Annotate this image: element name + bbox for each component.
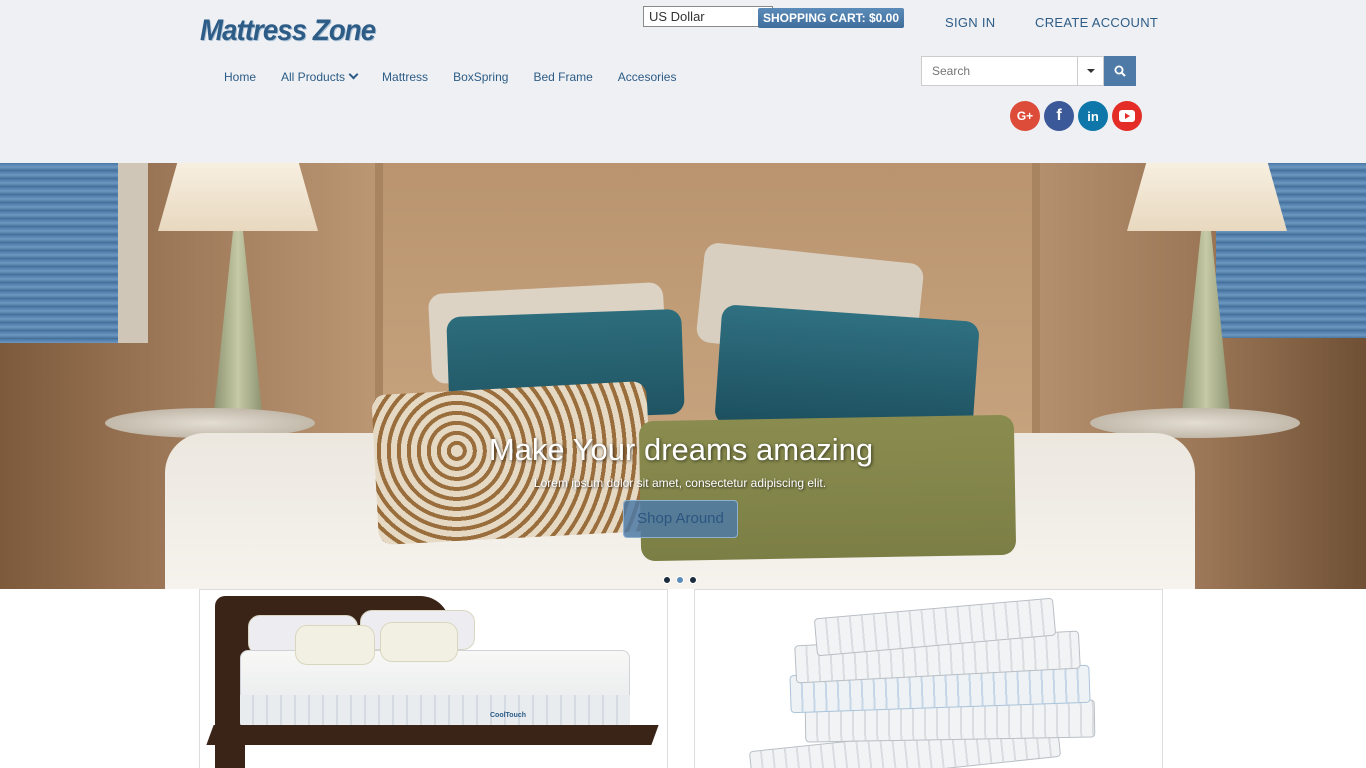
currency-select[interactable]: US Dollar ▼ (643, 6, 773, 27)
nav-item-accessories[interactable]: Accesories (618, 70, 677, 84)
search-button[interactable] (1104, 56, 1136, 86)
create-account-link[interactable]: CREATE ACCOUNT (1035, 15, 1158, 30)
product-card-bed[interactable]: CoolTouch (199, 589, 668, 768)
product-image-bed-rail (206, 725, 659, 745)
hero-image-window (0, 163, 148, 343)
caret-down-icon (1087, 69, 1095, 73)
nav-item-mattress[interactable]: Mattress (382, 70, 428, 84)
main-nav: Home All Products Mattress BoxSpring Bed… (224, 69, 701, 84)
nav-item-bed-frame[interactable]: Bed Frame (533, 70, 592, 84)
hero-image-lamp (1127, 163, 1287, 231)
sign-in-link[interactable]: SIGN IN (945, 15, 996, 30)
carousel-dot-1[interactable] (663, 576, 671, 584)
product-image-pillow (380, 622, 458, 662)
carousel-dot-3[interactable] (689, 576, 697, 584)
hero-image-lamp-base (213, 231, 263, 421)
hero-subtitle: Lorem ipsum dolor sit amet, consectetur … (533, 476, 827, 490)
product-brand-label: CoolTouch (490, 712, 527, 719)
carousel-indicators (663, 576, 702, 584)
search-icon (1114, 65, 1126, 77)
shop-around-button[interactable]: Shop Around (623, 500, 738, 538)
product-grid: CoolTouch (0, 589, 1366, 768)
shopping-cart-button[interactable]: SHOPPING CART: $0.00 (758, 8, 904, 28)
site-header: Mattress Zone US Dollar ▼ SHOPPING CART:… (0, 0, 1366, 163)
search-bar (921, 56, 1136, 86)
carousel-dot-2[interactable] (676, 576, 684, 584)
product-image-pillow (295, 625, 375, 665)
hero-carousel: Make Your dreams amazing Lorem ipsum dol… (0, 163, 1366, 589)
product-card-mattress-stack[interactable] (694, 589, 1163, 768)
chevron-down-icon (348, 69, 359, 80)
search-category-dropdown[interactable] (1077, 56, 1104, 86)
youtube-icon[interactable] (1112, 101, 1142, 131)
hero-image-lamp (158, 163, 318, 231)
nav-item-all-products[interactable]: All Products (281, 69, 359, 84)
search-input[interactable] (921, 56, 1077, 86)
hero-title: Make Your dreams amazing (488, 432, 874, 467)
currency-selected-value: US Dollar (649, 9, 705, 24)
nav-item-boxspring[interactable]: BoxSpring (453, 70, 508, 84)
play-icon (1119, 110, 1135, 122)
site-logo[interactable]: Mattress Zone (200, 14, 376, 48)
google-plus-icon[interactable]: G+ (1010, 101, 1040, 131)
linkedin-icon[interactable]: in (1078, 101, 1108, 131)
facebook-icon[interactable]: f (1044, 101, 1074, 131)
nav-item-home[interactable]: Home (224, 70, 256, 84)
nav-item-label: All Products (281, 70, 346, 84)
